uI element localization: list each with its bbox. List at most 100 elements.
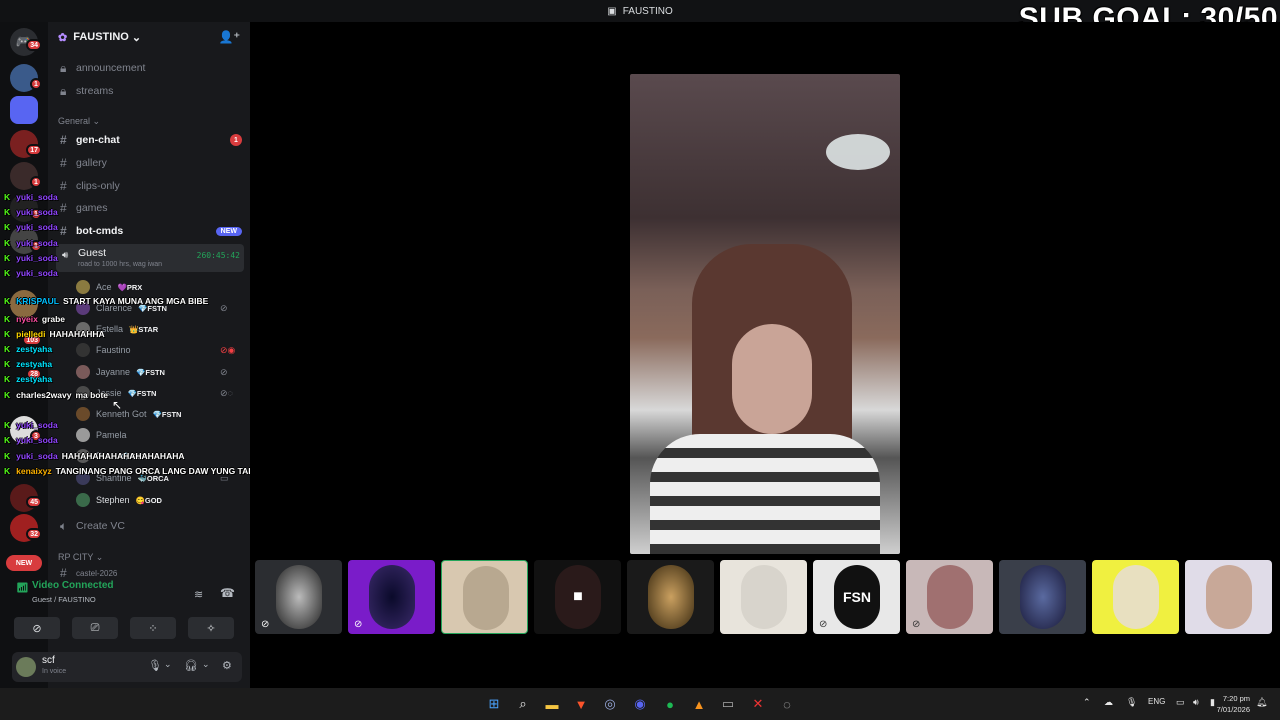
app-icon[interactable]: ▲ [689, 694, 709, 714]
avatar [276, 565, 322, 629]
voice-user[interactable]: Jayanne 💎FSTN ⊘ [76, 362, 228, 382]
camera-off-button[interactable]: ⊘ [14, 617, 60, 639]
category-label: RP CITY [58, 552, 94, 562]
rail-badge: 17 [26, 144, 42, 156]
chat-text: START KAYA MUNA ANG MGA BIBE [62, 296, 209, 306]
app-icon[interactable]: ◌ [777, 694, 797, 714]
noise-suppression-icon[interactable]: ≋ [194, 588, 203, 601]
mouse-cursor-icon: ↖ [112, 398, 123, 412]
activities-icon: ⁘ [148, 622, 158, 635]
voice-user[interactable]: Faustino ⊘◉ [76, 340, 235, 360]
voice-path[interactable]: Guest / FAUSTINO [32, 595, 96, 604]
chat-username: charles2wavy [16, 390, 72, 400]
clock[interactable]: 7:20 pm 7/01/2026 [1217, 693, 1250, 715]
participant-tile[interactable]: ⊘ [906, 560, 993, 634]
chat-username: yuki_soda [16, 207, 58, 217]
discord-icon[interactable]: ◉ [630, 694, 650, 714]
new-servers-pill[interactable]: NEW [6, 555, 42, 571]
server-header[interactable]: ✿ FAUSTINO ⌄ 👤⁺ [48, 22, 250, 52]
muted-icon: ⊘ [819, 619, 828, 630]
microphone-icon[interactable]: 🎙︎ [1126, 697, 1137, 708]
spotify-icon[interactable]: ● [660, 694, 680, 714]
microphone-icon[interactable]: 🎙︎ [148, 659, 162, 672]
participant-tile[interactable]: ⊘ [348, 560, 435, 634]
steam-icon[interactable]: ◎ [600, 694, 620, 714]
chat-message: Kcharles2wavy ma bote [4, 390, 108, 400]
participant-tile[interactable]: ⊘ [255, 560, 342, 634]
avatar [76, 493, 90, 507]
brave-browser-icon[interactable]: ▼ [571, 694, 591, 714]
channel-partial[interactable]: # castel-2026 [56, 568, 246, 578]
language-indicator[interactable]: ENG [1148, 697, 1165, 706]
soundboard-button[interactable]: ✧ [188, 617, 234, 639]
chevron-down-icon[interactable]: ⌄ [164, 659, 172, 670]
chat-username: nyeix [16, 314, 38, 324]
focused-video-stream[interactable] [630, 74, 900, 554]
participant-tile[interactable] [1185, 560, 1272, 634]
category-general[interactable]: General ⌄ [58, 116, 100, 127]
headphones-icon[interactable]: 🎧︎ [184, 659, 198, 672]
channel-label: castel-2026 [76, 568, 118, 578]
avatar[interactable] [16, 657, 36, 677]
chevron-down-icon[interactable]: ⌄ [202, 659, 210, 670]
voice-user[interactable]: Pamela [76, 425, 127, 445]
windows-start-icon[interactable]: ⊞ [484, 694, 504, 714]
screen-share-button[interactable]: ⎚ [72, 617, 118, 639]
channel-games[interactable]: # games [56, 198, 246, 218]
category-rp-city[interactable]: RP CITY ⌄ [58, 552, 103, 563]
search-icon[interactable]: ⌕ [513, 694, 533, 714]
voice-user[interactable]: Kenneth Got 💎FSTN [76, 404, 181, 424]
app-icon[interactable]: ✕ [748, 694, 768, 714]
file-explorer-icon[interactable]: ▬ [542, 694, 562, 714]
user-tag: 👑STAR [129, 324, 159, 334]
channel-gen-chat[interactable]: # gen-chat 1 [56, 130, 246, 150]
voice-user[interactable]: Stephen 😋GOD [76, 490, 162, 510]
channel-bot-cmds[interactable]: # bot-cmds NEW [56, 221, 246, 241]
gear-icon[interactable]: ⚙ [222, 659, 232, 672]
avatar [76, 365, 90, 379]
voice-user[interactable]: Ace 💜PRX [76, 277, 142, 297]
kick-badge-icon: K [4, 314, 11, 324]
activities-button[interactable]: ⁘ [130, 617, 176, 639]
channel-label: gen-chat [76, 134, 120, 146]
terminal-icon[interactable]: ▭ [718, 694, 738, 714]
participant-tile[interactable] [627, 560, 714, 634]
chat-username: yuki_soda [16, 268, 58, 278]
battery-icon[interactable]: ▮ [1210, 697, 1215, 708]
channel-announcement[interactable]: 🔒︎ announcement [56, 58, 246, 78]
folder-icon[interactable] [10, 96, 38, 124]
add-member-icon[interactable]: 👤⁺ [219, 30, 240, 44]
user-status: In voice [42, 668, 67, 675]
user-name: Faustino [96, 345, 131, 355]
avatar [1206, 565, 1252, 629]
participant-tile[interactable] [1092, 560, 1179, 634]
chat-message: Kzestyaha [4, 359, 56, 369]
chevron-up-icon[interactable]: ⌃ [1083, 697, 1091, 708]
cloud-icon[interactable]: ☁ [1104, 697, 1113, 708]
video-content [732, 324, 812, 434]
create-vc-channel[interactable]: 🔈︎ Create VC [56, 516, 246, 536]
channel-streams[interactable]: 🔒︎ streams [56, 81, 246, 101]
participant-tile[interactable] [720, 560, 807, 634]
participant-tile[interactable] [441, 560, 528, 634]
muted-icon: ⊘ [220, 366, 228, 377]
participant-tile[interactable]: ■ [534, 560, 621, 634]
chat-username: kenaixyz [16, 466, 52, 476]
network-icon[interactable]: ▭ [1176, 697, 1185, 708]
channel-gallery[interactable]: # gallery [56, 153, 246, 173]
avatar [76, 280, 90, 294]
notification-icon[interactable]: 🔔︎ [1256, 697, 1267, 708]
disconnect-icon[interactable]: ☎ [220, 586, 235, 600]
participant-tile[interactable]: FSN ⊘ [813, 560, 900, 634]
chat-message: Kyuki_soda [4, 420, 62, 430]
voice-channel-guest[interactable]: 🔊︎ Guest road to 1000 hrs, wag iwan 260:… [56, 244, 244, 272]
user-name[interactable]: scf [42, 655, 55, 666]
chat-username: zestyaha [16, 344, 53, 354]
chat-message: Kyuki_soda [4, 253, 62, 263]
window-title: FAUSTINO [622, 5, 673, 17]
participant-tile[interactable] [999, 560, 1086, 634]
voice-status[interactable]: Video Connected [32, 580, 114, 591]
kick-badge-icon: K [4, 420, 11, 430]
volume-icon[interactable]: 🔊︎ [1193, 697, 1199, 708]
channel-clips-only[interactable]: # clips-only [56, 176, 246, 196]
